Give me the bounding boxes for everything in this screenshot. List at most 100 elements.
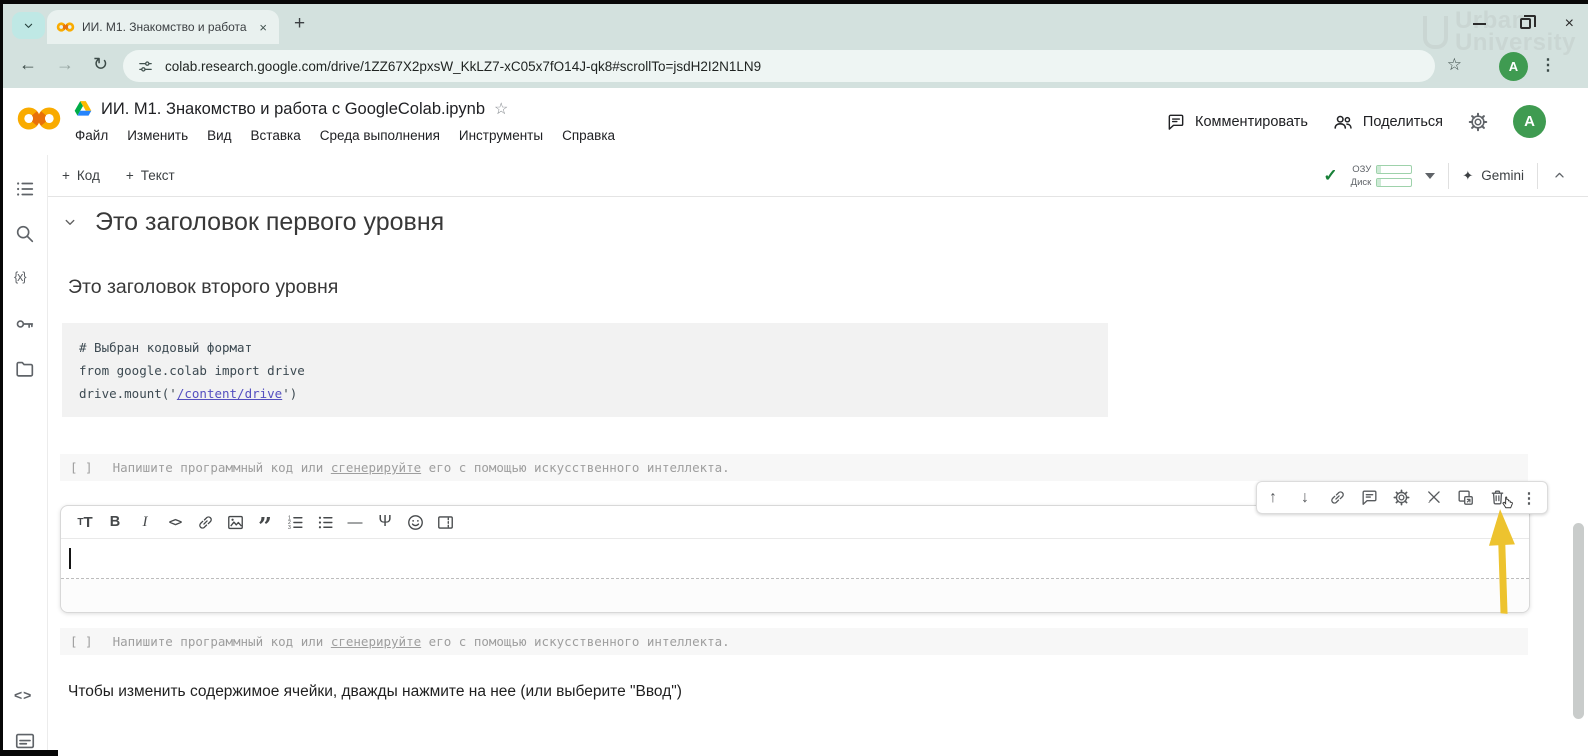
menu-bar: Файл Изменить Вид Вставка Среда выполнен… [75, 128, 615, 143]
collapse-toolbar-icon[interactable] [1551, 167, 1568, 184]
url-bar[interactable]: colab.research.google.com/drive/1ZZ67X2p… [123, 50, 1435, 82]
video-frame-corner [0, 750, 58, 756]
settings-gear-icon[interactable] [1467, 111, 1489, 133]
insert-image-icon[interactable] [220, 509, 250, 535]
site-info-icon[interactable] [137, 58, 154, 75]
add-text-label: Текст [141, 168, 175, 183]
share-button[interactable]: Поделиться [1332, 111, 1443, 133]
blockquote-icon[interactable]: ” [250, 509, 280, 535]
browser-profile-avatar[interactable]: A [1499, 52, 1528, 81]
cell-run-brackets: [ ] [70, 634, 93, 649]
share-label: Поделиться [1363, 114, 1443, 130]
insert-link-icon[interactable] [190, 509, 220, 535]
markdown-preview-area[interactable] [61, 579, 1529, 612]
terminal-icon[interactable] [14, 730, 36, 752]
ram-usage-bar [1376, 165, 1412, 174]
markdown-cell-editor: TT B I <> ” — Ψ [60, 505, 1530, 613]
divider [1537, 163, 1538, 189]
comment-button[interactable]: Комментировать [1166, 112, 1308, 132]
code-snippets-icon[interactable]: <> [14, 687, 36, 709]
cell-placeholder: Напишите программный код или сгенерируйт… [113, 634, 730, 649]
menu-view[interactable]: Вид [207, 128, 231, 143]
text-style-icon[interactable]: TT [70, 509, 100, 535]
chevron-down-icon [21, 18, 36, 33]
drive-icon [74, 101, 92, 117]
move-cell-down-icon[interactable]: ↓ [1289, 482, 1321, 513]
account-avatar[interactable]: A [1513, 105, 1546, 138]
saved-check-icon: ✓ [1323, 166, 1337, 186]
empty-code-cell[interactable]: [ ] Напишите программный код или сгенери… [60, 628, 1528, 655]
star-notebook-icon[interactable]: ☆ [494, 99, 508, 119]
cell-run-brackets: [ ] [70, 460, 93, 475]
gemini-sparkle-icon: ✦ [1462, 168, 1473, 184]
new-tab-button[interactable]: + [294, 13, 305, 35]
emoji-icon[interactable] [400, 509, 430, 535]
browser-chrome: ИИ. М1. Знакомство и работа × + Urban Un… [3, 4, 1588, 88]
left-sidebar: {x} <> [3, 155, 48, 756]
add-text-button[interactable]: + Текст [126, 168, 175, 183]
resources-widget[interactable]: ОЗУ Диск [1351, 164, 1413, 188]
colab-header: ИИ. М1. Знакомство и работа с GoogleCola… [3, 88, 1588, 155]
colab-logo[interactable] [16, 105, 62, 132]
tab-close-icon[interactable]: × [256, 20, 270, 35]
menu-file[interactable]: Файл [75, 128, 108, 143]
mirror-cell-in-tab-icon[interactable] [1449, 482, 1481, 513]
cell-more-options-icon[interactable]: ⋮ [1513, 482, 1545, 513]
disk-label: Диск [1351, 177, 1372, 188]
restore-button[interactable] [1520, 18, 1531, 29]
menu-insert[interactable]: Вставка [251, 128, 301, 143]
reload-button[interactable]: ↻ [93, 54, 108, 75]
cell-toolbar: ↑ ↓ ⋮ [1256, 481, 1548, 514]
header-actions: Комментировать Поделиться A [1166, 88, 1546, 155]
latex-icon[interactable]: Ψ [370, 509, 400, 535]
tab-title: ИИ. М1. Знакомство и работа [82, 20, 256, 34]
content-drive-link[interactable]: /content/drive [177, 386, 282, 401]
window-controls: × [1473, 17, 1574, 30]
close-editor-icon[interactable] [1417, 482, 1449, 513]
section-collapse-icon[interactable] [61, 213, 79, 231]
menu-runtime[interactable]: Среда выполнения [320, 128, 440, 143]
vertical-scrollbar[interactable] [1573, 523, 1584, 719]
share-people-icon [1332, 111, 1354, 133]
menu-help[interactable]: Справка [562, 128, 615, 143]
menu-tools[interactable]: Инструменты [459, 128, 543, 143]
bold-icon[interactable]: B [100, 509, 130, 535]
browser-tab[interactable]: ИИ. М1. Знакомство и работа × [47, 10, 279, 44]
delete-cell-icon[interactable] [1481, 482, 1513, 513]
copy-cell-link-icon[interactable] [1321, 482, 1353, 513]
code-format-icon[interactable]: <> [160, 509, 190, 535]
gemini-button[interactable]: ✦ Gemini [1462, 168, 1524, 184]
add-comment-icon[interactable] [1353, 482, 1385, 513]
generate-link[interactable]: сгенерируйте [331, 460, 421, 475]
minimize-button[interactable] [1473, 23, 1486, 25]
runtime-dropdown-icon[interactable] [1425, 173, 1435, 179]
variables-icon[interactable]: {x} [14, 270, 36, 292]
browser-menu-icon[interactable]: ⋮ [1540, 55, 1556, 75]
bookmark-star-icon[interactable]: ☆ [1447, 55, 1462, 75]
files-folder-icon[interactable] [14, 358, 36, 380]
tab-search-button[interactable] [12, 12, 45, 39]
cell-settings-gear-icon[interactable] [1385, 482, 1417, 513]
back-button[interactable]: ← [19, 54, 37, 75]
heading-level2[interactable]: Это заголовок второго уровня [68, 276, 338, 299]
bulleted-list-icon[interactable] [310, 509, 340, 535]
empty-code-cell[interactable]: [ ] Напишите программный код или сгенери… [60, 454, 1528, 481]
preview-layout-icon[interactable] [430, 509, 460, 535]
italic-icon[interactable]: I [130, 509, 160, 535]
move-cell-up-icon[interactable]: ↑ [1257, 482, 1289, 513]
markdown-edit-area[interactable] [61, 539, 1529, 578]
forward-button[interactable]: → [56, 54, 74, 75]
code-line: from google.colab import drive [79, 359, 1091, 382]
search-icon[interactable] [14, 223, 36, 245]
notebook-title[interactable]: ИИ. М1. Знакомство и работа с GoogleCola… [101, 100, 485, 119]
add-code-button[interactable]: + Код [62, 168, 100, 183]
window-close-button[interactable]: × [1565, 17, 1574, 30]
generate-link[interactable]: сгенерируйте [331, 634, 421, 649]
numbered-list-icon[interactable] [280, 509, 310, 535]
code-cell[interactable]: # Выбран кодовый формат from google.cola… [62, 323, 1108, 417]
table-of-contents-icon[interactable] [14, 178, 36, 200]
secrets-key-icon[interactable] [14, 313, 36, 335]
menu-edit[interactable]: Изменить [127, 128, 188, 143]
horizontal-rule-icon[interactable]: — [340, 509, 370, 535]
heading-level1[interactable]: Это заголовок первого уровня [95, 208, 444, 237]
